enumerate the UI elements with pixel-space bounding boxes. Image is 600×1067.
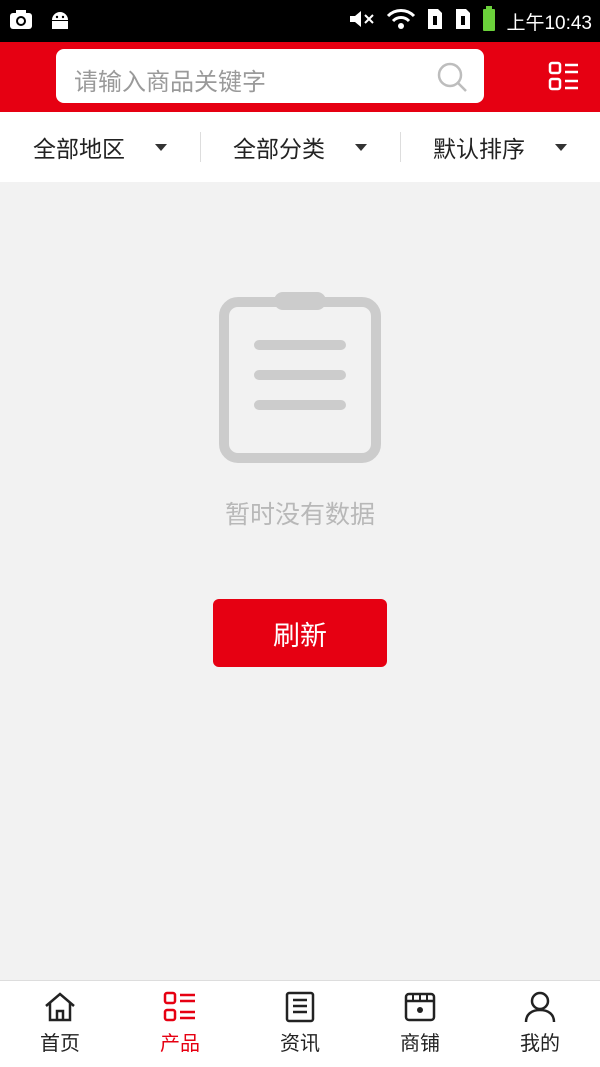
- tab-stores[interactable]: 商铺: [360, 981, 480, 1067]
- mute-icon: [348, 7, 376, 35]
- screenshot-icon: [8, 8, 34, 36]
- caret-down-icon: [555, 143, 567, 151]
- empty-message: 暂时没有数据: [224, 500, 375, 529]
- bottom-tab-bar: 首页 产品 资讯 商铺 我的: [0, 980, 600, 1067]
- tab-news[interactable]: 资讯: [240, 981, 360, 1067]
- clipboard-icon: [218, 290, 382, 470]
- user-icon: [524, 991, 556, 1023]
- tab-home[interactable]: 首页: [0, 981, 120, 1067]
- sim1-icon: [426, 7, 444, 35]
- app-bar: 请输入商品关键字: [0, 42, 600, 112]
- search-placeholder[interactable]: 请输入商品关键字: [74, 62, 266, 97]
- status-time: 上午10:43: [506, 12, 592, 34]
- tab-products-label: 产品: [160, 1031, 200, 1055]
- status-bar: 上午10:43: [0, 0, 600, 42]
- news-icon: [285, 991, 315, 1023]
- store-icon: [404, 992, 436, 1022]
- tab-news-label: 资讯: [280, 1031, 320, 1055]
- home-icon: [45, 992, 75, 1022]
- battery-icon: [482, 6, 496, 36]
- search-box[interactable]: 请输入商品关键字: [56, 49, 484, 103]
- sim2-icon: [454, 7, 472, 35]
- filter-region[interactable]: 全部地区: [0, 112, 200, 182]
- filter-sort-label: 默认排序: [433, 137, 525, 163]
- tab-products[interactable]: 产品: [120, 981, 240, 1067]
- filter-sort[interactable]: 默认排序: [400, 112, 600, 182]
- caret-down-icon: [155, 143, 167, 151]
- android-icon: [48, 8, 72, 36]
- caret-down-icon: [355, 143, 367, 151]
- filter-region-label: 全部地区: [33, 137, 125, 163]
- tab-stores-label: 商铺: [400, 1031, 440, 1055]
- filter-category-label: 全部分类: [233, 137, 325, 163]
- category-menu-icon[interactable]: [548, 60, 580, 96]
- tab-mine[interactable]: 我的: [480, 981, 600, 1067]
- refresh-button[interactable]: 刷新: [213, 599, 387, 667]
- filter-category[interactable]: 全部分类: [200, 112, 400, 182]
- filter-bar: 全部地区 全部分类 默认排序: [0, 112, 600, 182]
- list-icon: [163, 991, 195, 1022]
- tab-mine-label: 我的: [520, 1031, 560, 1055]
- search-icon[interactable]: [436, 61, 468, 97]
- tab-home-label: 首页: [40, 1031, 80, 1055]
- wifi-icon: [386, 7, 416, 35]
